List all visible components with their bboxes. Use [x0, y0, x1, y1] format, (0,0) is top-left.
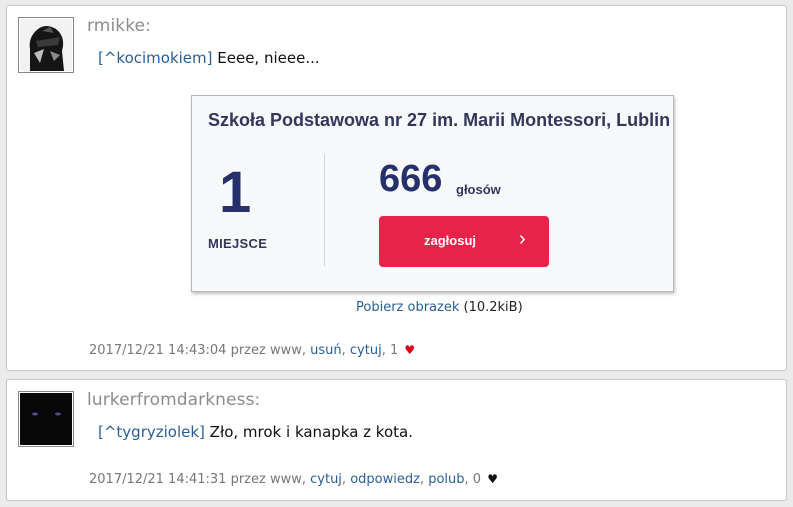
vote-card-image: Szkoła Podstawowa nr 27 im. Marii Montes…	[191, 95, 674, 292]
card-divider	[324, 154, 325, 266]
card-title: Szkoła Podstawowa nr 27 im. Marii Montes…	[208, 110, 671, 130]
post-text: [^kocimokiem] Eeee, nieee...	[98, 49, 320, 67]
like-count: 1	[389, 343, 399, 358]
reply-link[interactable]: odpowiedz	[350, 472, 420, 487]
quote-action-link[interactable]: cytuj	[350, 343, 382, 358]
post: lurkerfromdarkness: [^tygryziolek] Zło, …	[6, 379, 787, 501]
heart-icon[interactable]: ♥	[404, 343, 415, 357]
download-info: Pobierz obrazek (10.2kiB)	[356, 300, 523, 315]
chevron-right-icon: ›	[519, 228, 526, 250]
post-timestamp: 2017/12/21 14:43:04 przez www,	[89, 343, 311, 358]
post-meta: 2017/12/21 14:43:04 przez www, usuń, cyt…	[89, 343, 416, 358]
download-size: (10.2kiB)	[459, 300, 523, 315]
avatar-image	[20, 393, 72, 445]
avatar[interactable]	[18, 391, 74, 447]
avatar-image	[20, 19, 72, 71]
avatar[interactable]	[18, 17, 74, 73]
rank-label: MIEJSCE	[208, 236, 268, 251]
quote-action-link[interactable]: cytuj	[310, 472, 342, 487]
rank-number: 1	[219, 160, 252, 225]
votes-count: 666	[379, 158, 443, 200]
post-timestamp: 2017/12/21 14:41:31 przez www,	[89, 472, 311, 487]
post-text: [^tygryziolek] Zło, mrok i kanapka z kot…	[98, 423, 413, 441]
votes-label: głosów	[456, 182, 501, 197]
post-text-body: Zło, mrok i kanapka z kota.	[204, 423, 413, 441]
like-count: 0	[472, 472, 482, 487]
heart-icon[interactable]: ♥	[487, 472, 498, 486]
vote-button-label: zagłosuj	[424, 233, 477, 248]
username[interactable]: lurkerfromdarkness:	[87, 390, 260, 410]
quote-link[interactable]: [^kocimokiem]	[98, 49, 213, 67]
delete-link[interactable]: usuń	[310, 343, 342, 358]
vote-button[interactable]: zagłosuj ›	[379, 216, 549, 267]
quote-link[interactable]: [^tygryziolek]	[98, 423, 205, 441]
username[interactable]: rmikke:	[87, 16, 151, 36]
like-link[interactable]: polub	[428, 472, 464, 487]
download-image-link[interactable]: Pobierz obrazek	[356, 300, 459, 315]
post-text-body: Eeee, nieee...	[212, 49, 320, 67]
post: rmikke: [^kocimokiem] Eeee, nieee... Szk…	[6, 5, 787, 371]
post-meta: 2017/12/21 14:41:31 przez www, cytuj, od…	[89, 472, 498, 487]
